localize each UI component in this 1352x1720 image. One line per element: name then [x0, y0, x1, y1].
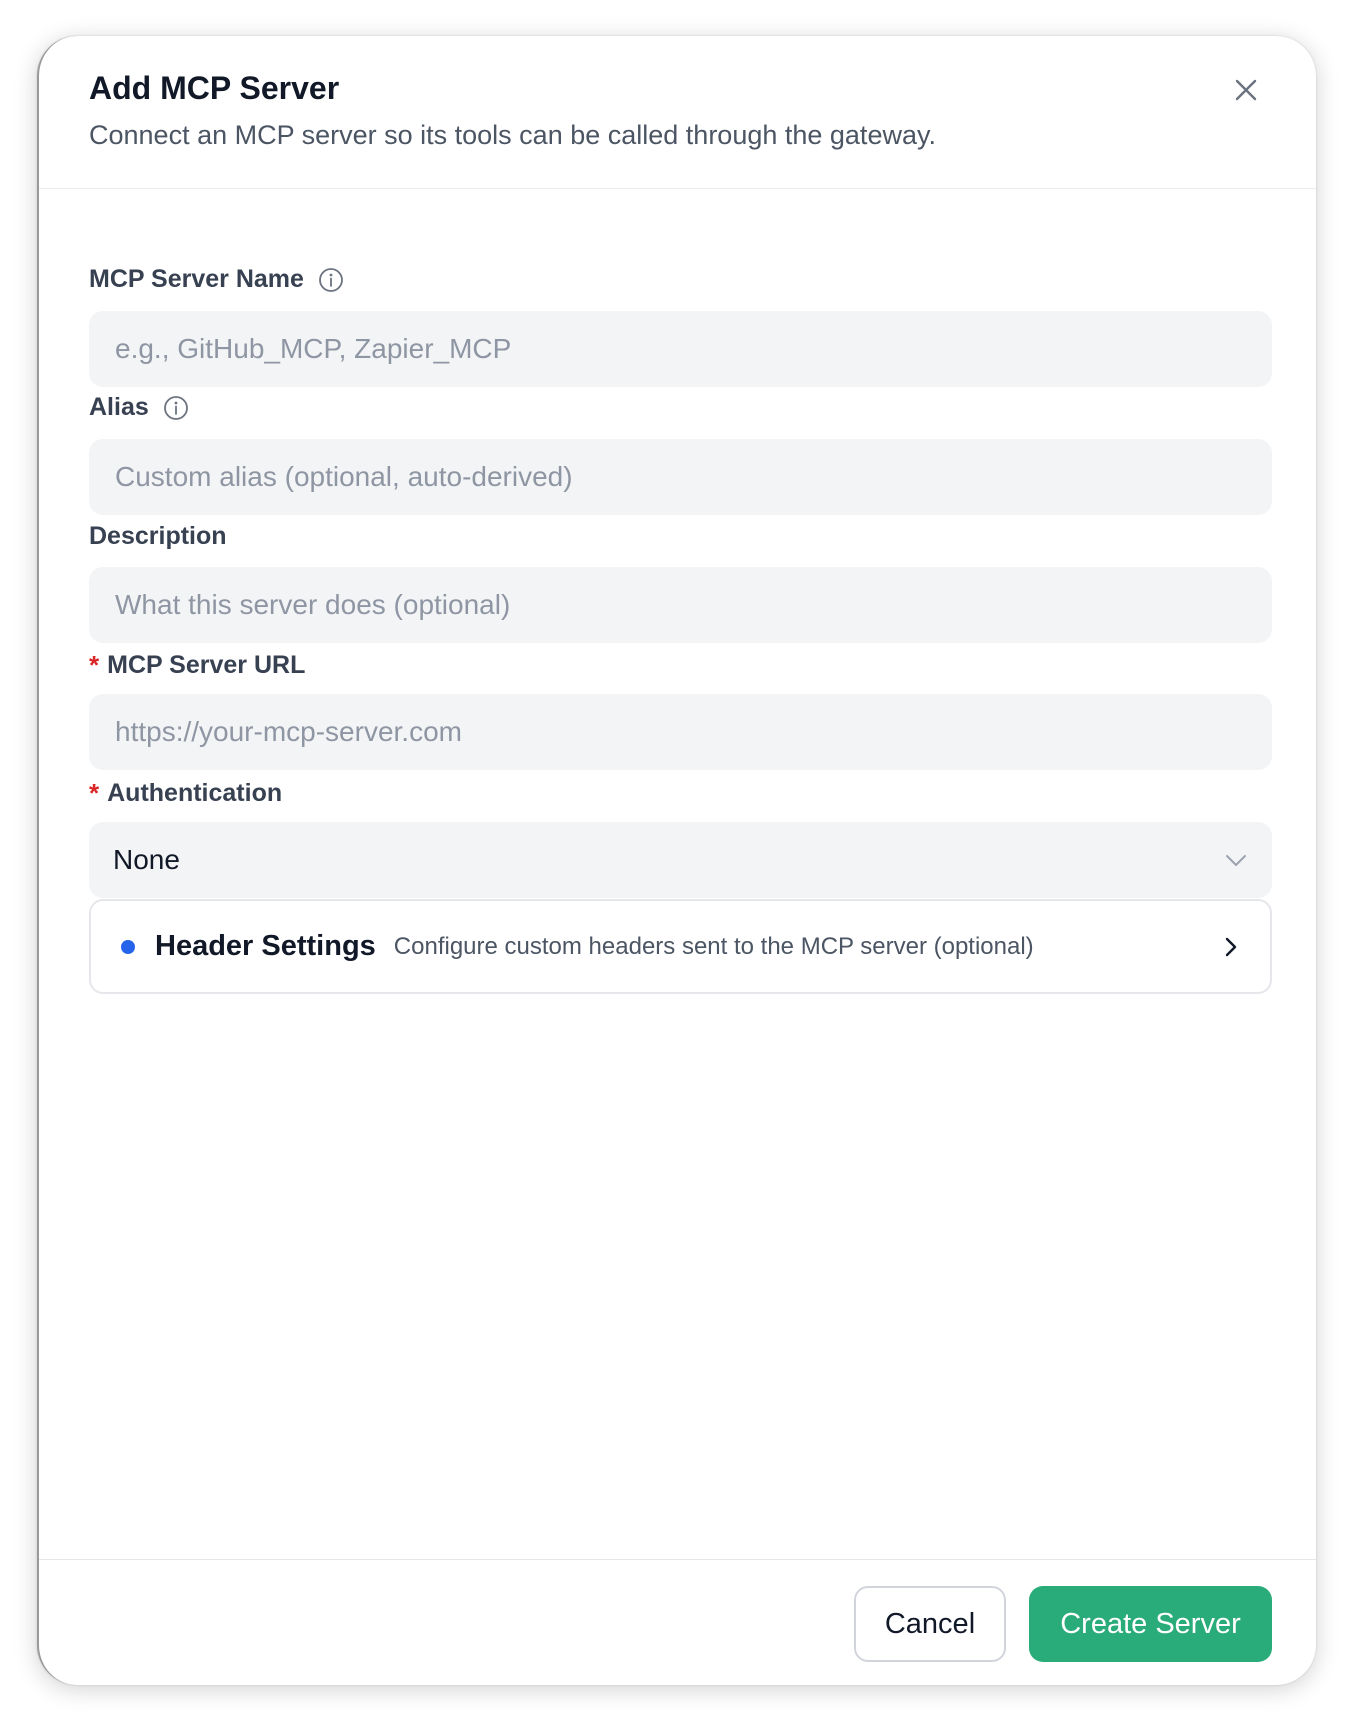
authentication-label: * Authentication: [89, 778, 282, 809]
info-icon[interactable]: [163, 395, 189, 421]
required-mark: *: [89, 650, 100, 680]
dialog-subtitle: Connect an MCP server so its tools can b…: [89, 120, 936, 150]
header-settings-description: Configure custom headers sent to the MCP…: [393, 932, 1034, 960]
cancel-button[interactable]: Cancel: [854, 1586, 1006, 1662]
alias-label: Alias: [89, 393, 189, 422]
description-input[interactable]: [89, 567, 1272, 643]
indicator-dot: [121, 939, 135, 954]
chevron-down-icon: [1226, 855, 1246, 866]
authentication-select[interactable]: None: [89, 822, 1272, 898]
server-url-input[interactable]: [89, 694, 1272, 770]
close-button[interactable]: [1228, 72, 1264, 108]
dialog-title: Add MCP Server: [89, 70, 340, 106]
server-name-label-text: MCP Server Name: [89, 265, 304, 293]
server-url-label-text: MCP Server URL: [107, 651, 306, 679]
create-server-button[interactable]: Create Server: [1029, 1586, 1272, 1662]
authentication-selected-value: None: [113, 844, 180, 875]
dialog-footer: Cancel Create Server: [39, 1559, 1316, 1685]
description-label-text: Description: [89, 522, 227, 550]
server-url-label: * MCP Server URL: [89, 650, 305, 681]
description-label: Description: [89, 522, 227, 551]
info-icon[interactable]: [318, 267, 344, 293]
close-icon: [1235, 79, 1257, 101]
required-mark: *: [89, 778, 100, 808]
dialog-header: Add MCP Server Connect an MCP server so …: [39, 36, 1316, 189]
alias-input[interactable]: [89, 439, 1272, 515]
chevron-right-icon: [1225, 937, 1237, 956]
header-settings-title: Header Settings: [155, 930, 376, 962]
header-settings-panel[interactable]: Header Settings Configure custom headers…: [89, 899, 1272, 994]
add-mcp-server-dialog: Add MCP Server Connect an MCP server so …: [37, 36, 1316, 1685]
server-name-input[interactable]: [89, 311, 1272, 387]
authentication-label-text: Authentication: [107, 779, 283, 807]
alias-label-text: Alias: [89, 393, 149, 421]
server-name-label: MCP Server Name: [89, 265, 344, 294]
